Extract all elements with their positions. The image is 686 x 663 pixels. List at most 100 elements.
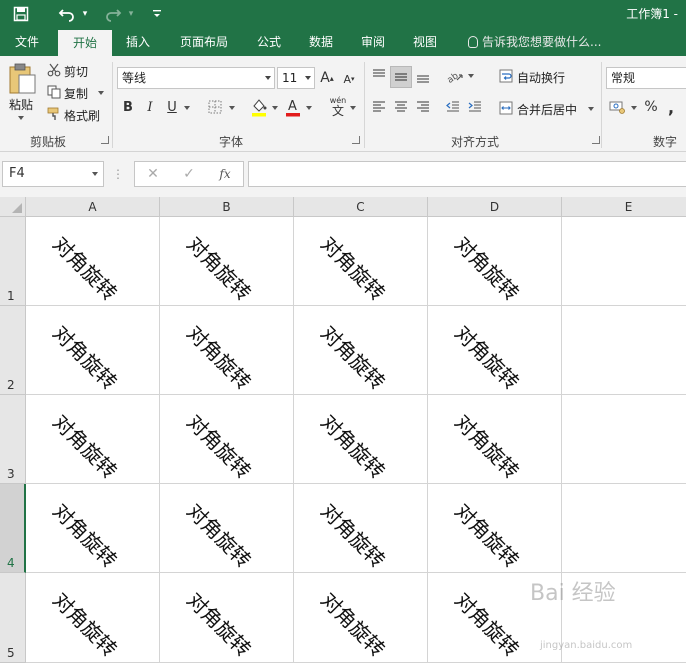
- name-box[interactable]: F4: [2, 161, 104, 187]
- orientation-dropdown-icon[interactable]: [468, 74, 474, 78]
- column-header-b[interactable]: B: [160, 197, 294, 217]
- cell-b5[interactable]: 对角旋转: [160, 573, 294, 663]
- center-align-icon[interactable]: [392, 98, 410, 116]
- formula-input[interactable]: [248, 161, 686, 187]
- font-color-icon[interactable]: A: [284, 96, 302, 118]
- phonetic-dropdown-icon[interactable]: [350, 106, 356, 110]
- tell-me-box[interactable]: 告诉我您想要做什么...: [468, 28, 601, 56]
- accounting-dropdown-icon[interactable]: [631, 106, 637, 110]
- merge-center-label[interactable]: 合并后居中: [517, 101, 577, 118]
- cell-a3[interactable]: 对角旋转: [26, 395, 160, 484]
- cell-a2[interactable]: 对角旋转: [26, 306, 160, 395]
- cell-a4[interactable]: 对角旋转: [26, 484, 160, 573]
- row-header-2[interactable]: 2: [0, 306, 26, 395]
- merge-center-dropdown-icon[interactable]: [588, 107, 594, 111]
- cell-b4[interactable]: 对角旋转: [160, 484, 294, 573]
- cell-d3[interactable]: 对角旋转: [428, 395, 562, 484]
- undo-icon[interactable]: [56, 4, 78, 24]
- customize-toolbar-icon[interactable]: [150, 4, 164, 24]
- underline-dropdown-icon[interactable]: [184, 106, 190, 110]
- cell-c1[interactable]: 对角旋转: [294, 217, 428, 306]
- comma-style-icon[interactable]: ,: [664, 98, 678, 117]
- cell-e2[interactable]: [562, 306, 686, 395]
- tab-insert[interactable]: 插入: [116, 28, 160, 56]
- enter-icon[interactable]: ✓: [181, 166, 197, 182]
- save-icon[interactable]: [10, 4, 32, 24]
- border-dropdown-icon[interactable]: [229, 106, 235, 110]
- redo-dropdown-icon[interactable]: ▾: [126, 4, 136, 24]
- column-header-a[interactable]: A: [26, 197, 160, 217]
- italic-button[interactable]: I: [142, 98, 158, 116]
- copy-button-label[interactable]: 复制: [64, 85, 88, 102]
- decrease-font-size-icon[interactable]: A ▾: [340, 70, 358, 88]
- row-header-3[interactable]: 3: [0, 395, 26, 484]
- redo-icon[interactable]: [102, 4, 124, 24]
- cell-a5[interactable]: 对角旋转: [26, 573, 160, 663]
- cell-b1[interactable]: 对角旋转: [160, 217, 294, 306]
- row-header-1[interactable]: 1: [0, 217, 26, 306]
- bold-button[interactable]: B: [120, 98, 136, 116]
- cell-c2[interactable]: 对角旋转: [294, 306, 428, 395]
- left-align-icon[interactable]: [370, 98, 388, 116]
- cell-b3[interactable]: 对角旋转: [160, 395, 294, 484]
- alignment-launcher-icon[interactable]: [592, 136, 600, 144]
- column-header-c[interactable]: C: [294, 197, 428, 217]
- percent-style-button[interactable]: %: [642, 98, 660, 116]
- cell-c5[interactable]: 对角旋转: [294, 573, 428, 663]
- tab-view[interactable]: 视图: [404, 28, 446, 56]
- fill-color-dropdown-icon[interactable]: [272, 106, 278, 110]
- column-header-d[interactable]: D: [428, 197, 562, 217]
- cell-e1[interactable]: [562, 217, 686, 306]
- paste-icon[interactable]: [6, 62, 38, 96]
- cell-e3[interactable]: [562, 395, 686, 484]
- scissors-icon[interactable]: [46, 62, 62, 78]
- tab-page-layout[interactable]: 页面布局: [170, 28, 238, 56]
- number-format-select[interactable]: 常规: [606, 67, 686, 89]
- cell-d4[interactable]: 对角旋转: [428, 484, 562, 573]
- format-painter-label[interactable]: 格式刷: [64, 107, 100, 124]
- cell-a1[interactable]: 对角旋转: [26, 217, 160, 306]
- wrap-text-icon[interactable]: [498, 68, 514, 84]
- right-align-icon[interactable]: [414, 98, 432, 116]
- row-header-4[interactable]: 4: [0, 484, 26, 573]
- orientation-icon[interactable]: ab: [444, 66, 466, 86]
- paste-dropdown-icon[interactable]: [18, 116, 24, 120]
- tab-data[interactable]: 数据: [300, 28, 342, 56]
- top-align-icon[interactable]: [370, 66, 388, 84]
- row-header-5[interactable]: 5: [0, 573, 26, 663]
- border-icon[interactable]: [206, 98, 224, 116]
- merge-center-icon[interactable]: [498, 100, 514, 116]
- copy-dropdown-icon[interactable]: [98, 91, 104, 95]
- undo-dropdown-icon[interactable]: ▾: [80, 4, 90, 24]
- select-all-button[interactable]: [0, 197, 26, 217]
- column-header-e[interactable]: E: [562, 197, 686, 217]
- paste-button-label[interactable]: 粘贴: [9, 96, 33, 113]
- copy-icon[interactable]: [46, 84, 62, 100]
- cancel-icon[interactable]: ✕: [145, 166, 161, 182]
- accounting-format-icon[interactable]: [608, 98, 628, 116]
- font-size-select[interactable]: 11: [277, 67, 315, 89]
- insert-function-icon[interactable]: fx: [215, 166, 235, 182]
- format-painter-icon[interactable]: [46, 106, 62, 122]
- font-launcher-icon[interactable]: [352, 136, 360, 144]
- cell-d2[interactable]: 对角旋转: [428, 306, 562, 395]
- underline-button[interactable]: U: [164, 98, 180, 116]
- tab-formulas[interactable]: 公式: [248, 28, 290, 56]
- wrap-text-label[interactable]: 自动换行: [517, 69, 565, 86]
- cell-d1[interactable]: 对角旋转: [428, 217, 562, 306]
- tab-home[interactable]: 开始: [58, 30, 112, 56]
- fill-color-icon[interactable]: [250, 96, 268, 118]
- cell-c3[interactable]: 对角旋转: [294, 395, 428, 484]
- cell-e4[interactable]: [562, 484, 686, 573]
- cell-c4[interactable]: 对角旋转: [294, 484, 428, 573]
- increase-font-size-icon[interactable]: A ▴: [318, 68, 336, 88]
- increase-indent-icon[interactable]: [466, 98, 484, 116]
- font-name-select[interactable]: 等线: [117, 67, 275, 89]
- bottom-align-icon[interactable]: [414, 68, 432, 86]
- cut-button-label[interactable]: 剪切: [64, 63, 88, 80]
- clipboard-launcher-icon[interactable]: [101, 136, 109, 144]
- font-color-dropdown-icon[interactable]: [306, 106, 312, 110]
- tab-file[interactable]: 文件: [4, 28, 50, 56]
- phonetic-guide-icon[interactable]: wén 文: [326, 94, 350, 118]
- decrease-indent-icon[interactable]: [444, 98, 462, 116]
